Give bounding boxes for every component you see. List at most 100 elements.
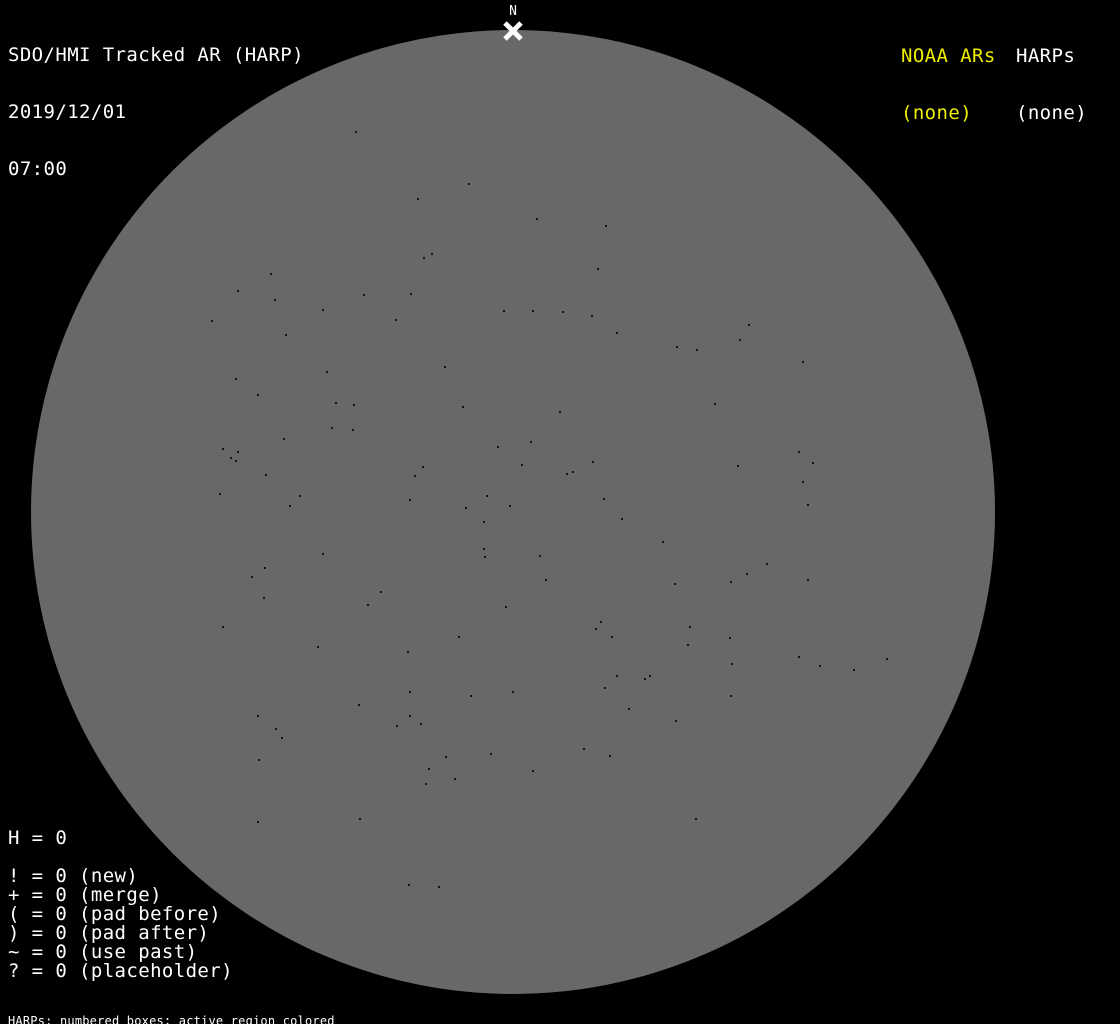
magnetogram-speckle bbox=[812, 462, 814, 464]
magnetogram-speckle bbox=[395, 319, 397, 321]
magnetogram-speckle bbox=[335, 402, 337, 404]
magnetogram-speckle bbox=[730, 581, 732, 583]
magnetogram-speckle bbox=[257, 394, 259, 396]
magnetogram-speckle bbox=[363, 294, 365, 296]
magnetogram-speckle bbox=[714, 403, 716, 405]
magnetogram-speckle bbox=[521, 464, 523, 466]
magnetogram-speckle bbox=[696, 349, 698, 351]
harps-column: HARPs (none) bbox=[1016, 9, 1087, 142]
magnetogram-speckle bbox=[299, 495, 301, 497]
magnetogram-speckle bbox=[425, 783, 427, 785]
magnetogram-speckle bbox=[468, 183, 470, 185]
magnetogram-speckle bbox=[597, 268, 599, 270]
magnetogram-speckle bbox=[222, 626, 224, 628]
magnetogram-speckle bbox=[211, 320, 213, 322]
magnetogram-speckle bbox=[545, 579, 547, 581]
magnetogram-speckle bbox=[317, 646, 319, 648]
magnetogram-speckle bbox=[352, 429, 354, 431]
footer-notes: HARPs: numbered boxes; active region col… bbox=[8, 990, 439, 1024]
magnetogram-speckle bbox=[675, 720, 677, 722]
magnetogram-speckle bbox=[458, 636, 460, 638]
magnetogram-speckle bbox=[423, 257, 425, 259]
magnetogram-speckle bbox=[237, 451, 239, 453]
harps-value: (none) bbox=[1016, 102, 1088, 124]
magnetogram-speckle bbox=[322, 553, 324, 555]
magnetogram-speckle bbox=[410, 293, 412, 295]
magnetogram-speckle bbox=[674, 583, 676, 585]
magnetogram-speckle bbox=[621, 518, 623, 520]
magnetogram-speckle bbox=[358, 704, 360, 706]
legend-line: ? = 0 (placeholder) bbox=[8, 960, 233, 982]
magnetogram-speckle bbox=[798, 656, 800, 658]
magnetogram-speckle bbox=[270, 273, 272, 275]
magnetogram-speckle bbox=[532, 310, 534, 312]
magnetogram-speckle bbox=[422, 466, 424, 468]
magnetogram-speckle bbox=[819, 665, 821, 667]
magnetogram-speckle bbox=[600, 621, 602, 623]
magnetogram-speckle bbox=[257, 821, 259, 823]
magnetogram-speckle bbox=[237, 290, 239, 292]
magnetogram-speckle bbox=[616, 332, 618, 334]
noaa-ars-column: NOAA ARs (none) bbox=[901, 9, 996, 142]
north-label: N bbox=[509, 4, 517, 19]
magnetogram-speckle bbox=[739, 339, 741, 341]
magnetogram-speckle bbox=[235, 378, 237, 380]
magnetogram-speckle bbox=[729, 637, 731, 639]
magnetogram-speckle bbox=[414, 475, 416, 477]
magnetogram-speckle bbox=[331, 427, 333, 429]
magnetogram-speckle bbox=[687, 644, 689, 646]
magnetogram-speckle bbox=[367, 604, 369, 606]
magnetogram-speckle bbox=[649, 675, 651, 677]
magnetogram-speckle bbox=[462, 406, 464, 408]
harps-label: HARPs bbox=[1016, 45, 1076, 67]
magnetogram-speckle bbox=[595, 628, 597, 630]
title-block: SDO/HMI Tracked AR (HARP) 2019/12/01 07:… bbox=[8, 8, 304, 198]
magnetogram-speckle bbox=[408, 884, 410, 886]
magnetogram-speckle bbox=[536, 218, 538, 220]
magnetogram-speckle bbox=[559, 411, 561, 413]
magnetogram-speckle bbox=[438, 886, 440, 888]
noaa-ars-value: (none) bbox=[901, 102, 973, 124]
magnetogram-speckle bbox=[431, 253, 433, 255]
magnetogram-speckle bbox=[219, 493, 221, 495]
magnetogram-speckle bbox=[235, 460, 237, 462]
magnetogram-speckle bbox=[807, 579, 809, 581]
magnetogram-speckle bbox=[409, 499, 411, 501]
magnetogram-speckle bbox=[807, 504, 809, 506]
magnetogram-speckle bbox=[802, 481, 804, 483]
magnetogram-speckle bbox=[353, 404, 355, 406]
north-cross-icon bbox=[503, 21, 523, 41]
magnetogram-speckle bbox=[853, 669, 855, 671]
magnetogram-speckle bbox=[562, 311, 564, 313]
magnetogram-speckle bbox=[444, 366, 446, 368]
magnetogram-speckle bbox=[283, 438, 285, 440]
magnetogram-speckle bbox=[396, 725, 398, 727]
magnetogram-speckle bbox=[512, 691, 514, 693]
footer-line-harps: HARPs: numbered boxes; active region col… bbox=[8, 1014, 335, 1024]
magnetogram-speckle bbox=[737, 465, 739, 467]
magnetogram-speckle bbox=[326, 371, 328, 373]
magnetogram-speckle bbox=[428, 768, 430, 770]
magnetogram-speckle bbox=[417, 198, 419, 200]
magnetogram-speckle bbox=[484, 556, 486, 558]
magnetogram-speckle bbox=[676, 346, 678, 348]
magnetogram-speckle bbox=[275, 728, 277, 730]
magnetogram-speckle bbox=[611, 636, 613, 638]
magnetogram-speckle bbox=[583, 748, 585, 750]
magnetogram-speckle bbox=[483, 548, 485, 550]
noaa-ars-label: NOAA ARs bbox=[901, 45, 996, 67]
magnetogram-speckle bbox=[470, 695, 472, 697]
magnetogram-speckle bbox=[222, 448, 224, 450]
magnetogram-speckle bbox=[539, 555, 541, 557]
magnetogram-speckle bbox=[465, 507, 467, 509]
magnetogram-speckle bbox=[251, 576, 253, 578]
magnetogram-speckle bbox=[257, 715, 259, 717]
magnetogram-speckle bbox=[505, 606, 507, 608]
magnetogram-speckle bbox=[695, 818, 697, 820]
magnetogram-speckle bbox=[572, 471, 574, 473]
magnetogram-speckle bbox=[662, 541, 664, 543]
magnetogram-speckle bbox=[532, 770, 534, 772]
harp-count: H = 0 bbox=[8, 827, 68, 849]
magnetogram-speckle bbox=[486, 495, 488, 497]
magnetogram-speckle bbox=[407, 651, 409, 653]
